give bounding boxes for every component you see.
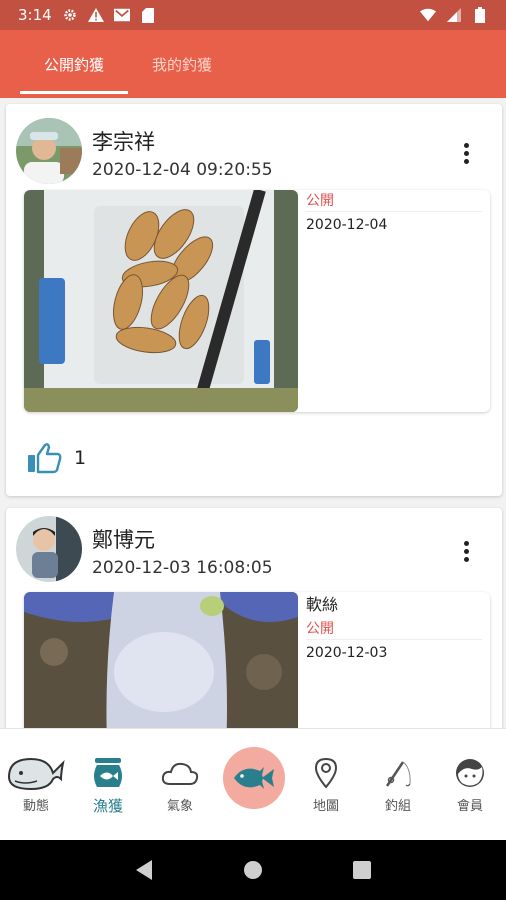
bottom-nav: 動態 漁獲 氣象 地圖 釣組 會員 — [0, 728, 506, 840]
post-author: 鄭博元 — [92, 528, 155, 552]
status-time: 3:14 — [18, 6, 52, 24]
tab-public-catches-label: 公開釣獲 — [43, 55, 104, 74]
nav-catches[interactable]: 漁獲 — [72, 729, 144, 841]
battery-icon — [472, 7, 488, 23]
post-card[interactable]: 李宗祥 2020-12-04 09:20:55 公開 2020-12-04 1 — [6, 104, 502, 496]
catch-feed[interactable]: 李宗祥 2020-12-04 09:20:55 公開 2020-12-04 1 … — [0, 98, 506, 728]
nav-feed[interactable]: 動態 — [0, 729, 72, 841]
wifi-icon — [420, 7, 436, 23]
member-face-icon — [450, 753, 490, 793]
avatar[interactable] — [16, 118, 82, 184]
tab-public-catches[interactable]: 公開釣獲 — [20, 30, 128, 98]
catch-meta: 公開 2020-12-04 — [306, 190, 482, 238]
catch-detail[interactable]: 軟絲 公開 2020-12-03 — [24, 592, 490, 728]
more-options-icon[interactable] — [456, 138, 476, 168]
avatar[interactable] — [16, 516, 82, 582]
thumbs-up-icon[interactable] — [26, 442, 62, 474]
fish-bowl-icon — [88, 753, 128, 793]
gear-icon — [62, 7, 78, 23]
catch-date: 2020-12-03 — [306, 645, 388, 661]
tab-my-catches-label: 我的釣獲 — [151, 55, 212, 74]
post-card[interactable]: 鄭博元 2020-12-03 16:08:05 軟絲 公開 2020-12-03 — [6, 508, 502, 728]
add-catch-button[interactable] — [223, 747, 285, 809]
nav-member[interactable]: 會員 — [434, 729, 506, 841]
home-icon[interactable] — [240, 857, 266, 883]
system-nav-bar — [0, 840, 506, 900]
nav-map-label: 地圖 — [312, 799, 339, 814]
post-datetime: 2020-12-03 16:08:05 — [92, 558, 273, 578]
nav-weather[interactable]: 氣象 — [144, 729, 216, 841]
tab-my-catches[interactable]: 我的釣獲 — [128, 30, 236, 98]
warning-icon — [87, 7, 104, 23]
signal-icon — [446, 7, 462, 23]
top-tab-bar: 公開釣獲 我的釣獲 — [0, 30, 506, 98]
recents-icon[interactable] — [349, 857, 375, 883]
back-icon[interactable] — [131, 857, 157, 883]
nav-rig-label: 釣組 — [384, 799, 411, 814]
sd-card-icon — [140, 7, 156, 23]
nav-feed-label: 動態 — [22, 799, 49, 814]
catch-photo[interactable] — [24, 190, 298, 412]
whale-icon — [5, 753, 67, 793]
map-pin-icon — [306, 753, 346, 793]
visibility-label: 公開 — [306, 190, 482, 212]
post-datetime: 2020-12-04 09:20:55 — [92, 160, 273, 180]
status-bar: 3:14 — [0, 0, 506, 30]
nav-member-label: 會員 — [456, 799, 483, 814]
catch-meta: 軟絲 公開 2020-12-03 — [306, 592, 482, 666]
catch-title: 軟絲 — [306, 595, 339, 614]
visibility-label: 公開 — [306, 618, 482, 640]
catch-detail[interactable]: 公開 2020-12-04 — [24, 190, 490, 412]
fish-icon — [234, 767, 274, 789]
cloud-icon — [160, 753, 200, 793]
nav-rig[interactable]: 釣組 — [362, 729, 434, 841]
more-options-icon[interactable] — [456, 536, 476, 566]
catch-photo[interactable] — [24, 592, 298, 728]
like-count: 1 — [74, 447, 87, 469]
nav-map[interactable]: 地圖 — [290, 729, 362, 841]
like-section: 1 — [26, 442, 86, 474]
nav-weather-label: 氣象 — [166, 799, 193, 814]
fishing-rod-icon — [378, 753, 418, 793]
post-author: 李宗祥 — [92, 130, 155, 154]
catch-date: 2020-12-04 — [306, 217, 388, 233]
nav-catches-label: 漁獲 — [92, 797, 123, 815]
gmail-icon — [113, 7, 130, 23]
